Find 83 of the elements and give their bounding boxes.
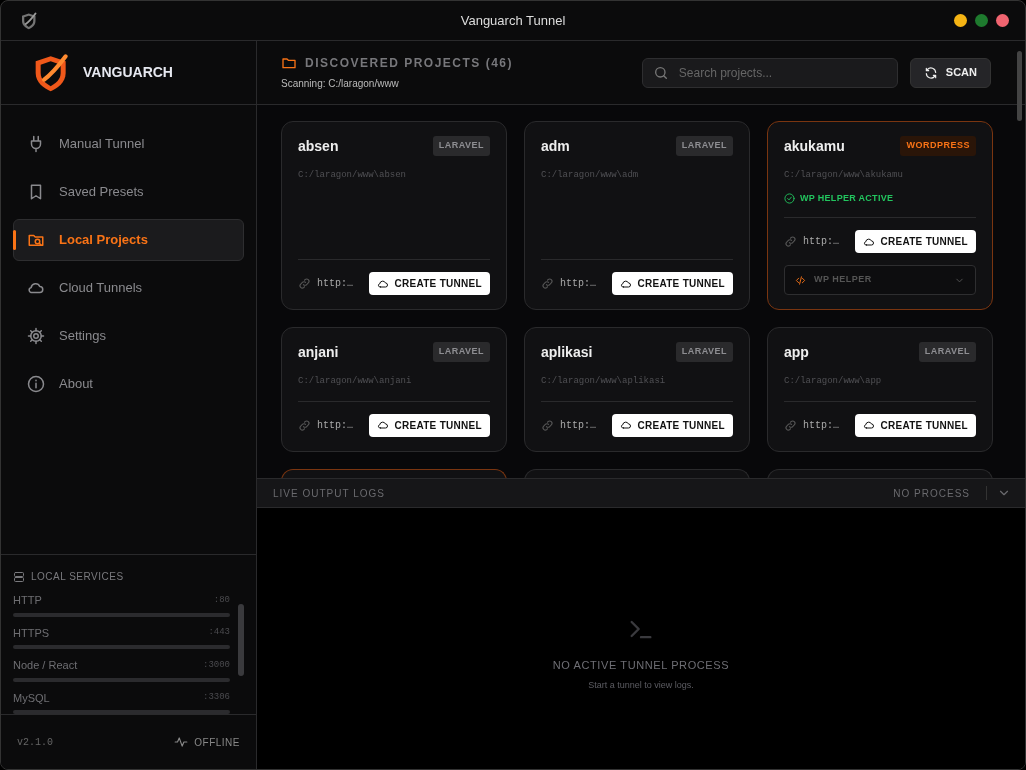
server-icon xyxy=(13,570,25,583)
empty-hint: Start a tunnel to view logs. xyxy=(588,679,694,692)
service-name: HTTP xyxy=(13,593,42,608)
project-path: C:/laragon/www\aplikasi xyxy=(541,375,667,388)
project-url: http:… xyxy=(560,277,596,291)
link-icon xyxy=(298,418,311,432)
project-path: C:/laragon/www\akukamu xyxy=(784,169,904,182)
helper-status: WP HELPER ACTIVE xyxy=(800,191,894,205)
create-tunnel-button[interactable]: CREATE TUNNEL xyxy=(855,230,976,253)
scan-path: Scanning: C:/laragon/www xyxy=(281,77,400,91)
window-title: Vanguarch Tunnel xyxy=(460,11,566,30)
panel-title: LIVE OUTPUT LOGS xyxy=(273,486,385,501)
empty-title: NO ACTIVE TUNNEL PROCESS xyxy=(552,657,730,673)
framework-tag: WORDPRESS xyxy=(900,136,976,156)
cloud-icon xyxy=(377,277,390,290)
settings-icon xyxy=(27,327,45,345)
process-status: NO PROCESS xyxy=(893,486,970,501)
scrollbar[interactable] xyxy=(1017,51,1022,121)
sidebar-item[interactable]: About xyxy=(13,363,244,405)
section-title: LOCAL SERVICES xyxy=(31,570,124,584)
project-name: akukamu xyxy=(784,137,845,156)
code-icon xyxy=(795,274,806,286)
project-url: http:… xyxy=(317,418,353,433)
app-logo-icon xyxy=(19,12,37,30)
create-tunnel-button[interactable]: CREATE TUNNEL xyxy=(855,413,976,437)
search-icon xyxy=(652,64,669,81)
framework-tag: LARAVEL xyxy=(675,136,733,156)
service-port: :3000 xyxy=(203,658,230,672)
sidebar-item[interactable]: Local Projects xyxy=(13,219,244,261)
project-url: http:… xyxy=(560,418,596,433)
section-title: DISCOVERED PROJECTS (46) xyxy=(305,55,514,72)
refresh-icon xyxy=(923,65,938,80)
framework-tag: LARAVEL xyxy=(432,136,490,156)
service-name: HTTPS xyxy=(13,625,50,641)
cloud-icon xyxy=(863,419,876,431)
service-name: MySQL xyxy=(13,690,50,706)
create-tunnel-button[interactable]: CREATE TUNNEL xyxy=(369,272,490,295)
project-path: C:/laragon/www\adm xyxy=(541,169,640,182)
folder-icon xyxy=(281,55,297,71)
create-tunnel-button[interactable]: CREATE TUNNEL xyxy=(369,413,490,437)
version-label: v2.1.0 xyxy=(17,735,53,750)
project-name: adm xyxy=(541,137,570,156)
project-name: app xyxy=(784,343,809,362)
project-name: absen xyxy=(298,137,339,156)
create-tunnel-button[interactable]: CREATE TUNNEL xyxy=(612,272,733,295)
sidebar-item[interactable]: Saved Presets xyxy=(13,171,244,213)
check-circle-icon xyxy=(784,192,795,204)
project-path: C:/laragon/www\anjani xyxy=(298,375,413,388)
framework-tag: LARAVEL xyxy=(918,342,976,362)
project-url: http:… xyxy=(803,235,839,249)
maximize-button[interactable] xyxy=(975,14,988,27)
info-icon xyxy=(27,375,45,393)
sidebar-item[interactable]: Manual Tunnel xyxy=(13,123,244,165)
project-name: aplikasi xyxy=(541,343,593,362)
cloud-icon xyxy=(620,419,633,431)
sidebar-item[interactable]: Settings xyxy=(13,315,244,357)
close-button[interactable] xyxy=(996,14,1009,27)
cloud-icon xyxy=(620,277,633,290)
service-port: :443 xyxy=(208,626,230,639)
link-icon xyxy=(541,277,554,290)
project-name: anjani xyxy=(298,343,339,362)
link-icon xyxy=(298,277,311,290)
link-icon xyxy=(784,235,797,248)
framework-tag: LARAVEL xyxy=(675,342,733,362)
search-field[interactable]: Search projects... xyxy=(641,57,898,88)
create-tunnel-button[interactable]: CREATE TUNNEL xyxy=(612,413,733,437)
link-icon xyxy=(541,418,554,432)
project-path: C:/laragon/www\app xyxy=(784,375,883,388)
minimize-button[interactable] xyxy=(954,14,967,27)
link-icon xyxy=(784,418,797,432)
project-path: C:/laragon/www\absen xyxy=(298,169,408,182)
service-port: :80 xyxy=(213,593,230,607)
cloud-icon xyxy=(863,235,876,248)
scan-button[interactable]: SCAN xyxy=(909,57,991,88)
framework-tag: LARAVEL xyxy=(432,342,490,362)
sidebar-item[interactable]: Cloud Tunnels xyxy=(13,267,244,309)
cloud-icon xyxy=(377,419,390,431)
service-name: Node / React xyxy=(13,658,78,673)
activity-icon xyxy=(174,735,189,749)
project-url: http:… xyxy=(317,277,353,291)
status-label: OFFLINE xyxy=(194,735,240,750)
project-url: http:… xyxy=(803,418,839,433)
brand-name: VANGUARCH xyxy=(83,63,173,82)
